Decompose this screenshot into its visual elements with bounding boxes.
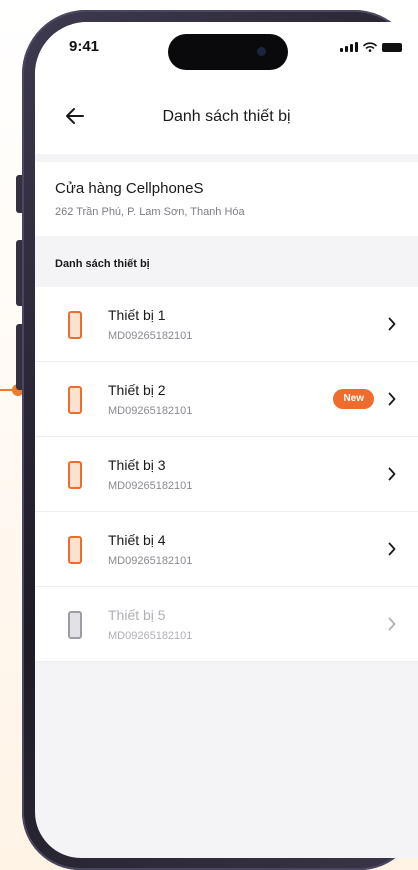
device-row-5[interactable]: Thiết bị 5 MD09265182101 [35, 587, 418, 662]
device-row-4[interactable]: Thiết bị 4 MD09265182101 [35, 512, 418, 587]
section-label: Danh sách thiết bị [55, 258, 150, 270]
chevron-right-icon [388, 617, 396, 631]
store-address: 262 Trần Phú, P. Lam Sơn, Thanh Hóa [55, 206, 245, 218]
device-name: Thiết bị 1 [108, 307, 166, 323]
device-name: Thiết bị 3 [108, 457, 166, 473]
camera-lens [257, 47, 266, 56]
device-code: MD09265182101 [108, 630, 193, 642]
phone-icon [68, 536, 82, 564]
device-row-1[interactable]: Thiết bị 1 MD09265182101 [35, 287, 418, 362]
device-name: Thiết bị 5 [108, 607, 166, 623]
device-row-3[interactable]: Thiết bị 3 MD09265182101 [35, 437, 418, 512]
device-name: Thiết bị 4 [108, 532, 166, 548]
page-title: Danh sách thiết bị [162, 108, 291, 125]
device-code: MD09265182101 [108, 330, 193, 342]
chevron-right-icon [388, 542, 396, 556]
device-name: Thiết bị 2 [108, 382, 166, 398]
status-time: 9:41 [69, 38, 100, 55]
chevron-right-icon [388, 467, 396, 481]
dynamic-island [168, 34, 288, 70]
battery-icon [382, 42, 402, 52]
status-icons [340, 42, 402, 52]
device-code: MD09265182101 [108, 405, 193, 417]
phone-icon [68, 386, 82, 414]
device-code: MD09265182101 [108, 480, 193, 492]
chevron-right-icon [388, 317, 396, 331]
phone-screen: 9:41 Danh sách thiết bị Cửa hàng Cellpho… [35, 22, 418, 858]
new-badge: New [333, 389, 374, 409]
store-card: Cửa hàng CellphoneS 262 Trần Phú, P. Lam… [35, 162, 418, 236]
device-row-2[interactable]: Thiết bị 2 MD09265182101 New [35, 362, 418, 437]
signal-icon [340, 42, 358, 52]
phone-icon [68, 461, 82, 489]
chevron-right-icon [388, 392, 396, 406]
device-code: MD09265182101 [108, 555, 193, 567]
header-bar: Danh sách thiết bị [35, 82, 418, 154]
phone-icon [68, 311, 82, 339]
store-name: Cửa hàng CellphoneS [55, 180, 204, 197]
wifi-icon [363, 42, 377, 52]
device-list: Thiết bị 1 MD09265182101 Thiết bị 2 MD09… [35, 287, 418, 662]
phone-icon [68, 611, 82, 639]
